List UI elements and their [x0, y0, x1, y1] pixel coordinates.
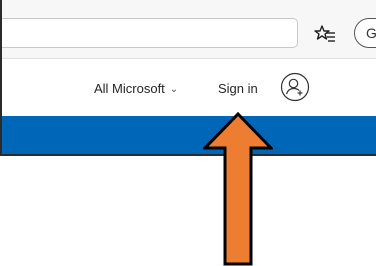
all-microsoft-label: All Microsoft — [94, 81, 165, 96]
add-account-icon[interactable] — [280, 72, 310, 102]
sign-in-link[interactable]: Sign in — [218, 81, 258, 96]
browser-profile-button[interactable]: G — [354, 18, 376, 48]
favorites-star-icon[interactable] — [314, 24, 336, 44]
address-bar[interactable] — [2, 18, 298, 48]
orange-up-arrow — [203, 112, 273, 266]
site-nav-bar — [2, 116, 376, 154]
browser-toolbar: G — [2, 0, 376, 59]
chevron-down-icon: ⌄ — [169, 84, 179, 95]
profile-initial: G — [366, 25, 376, 41]
screenshot-crop: G All Microsoft ⌄ Sign in — [0, 0, 376, 156]
site-header — [2, 59, 376, 116]
all-microsoft-menu[interactable]: All Microsoft ⌄ — [94, 81, 178, 96]
